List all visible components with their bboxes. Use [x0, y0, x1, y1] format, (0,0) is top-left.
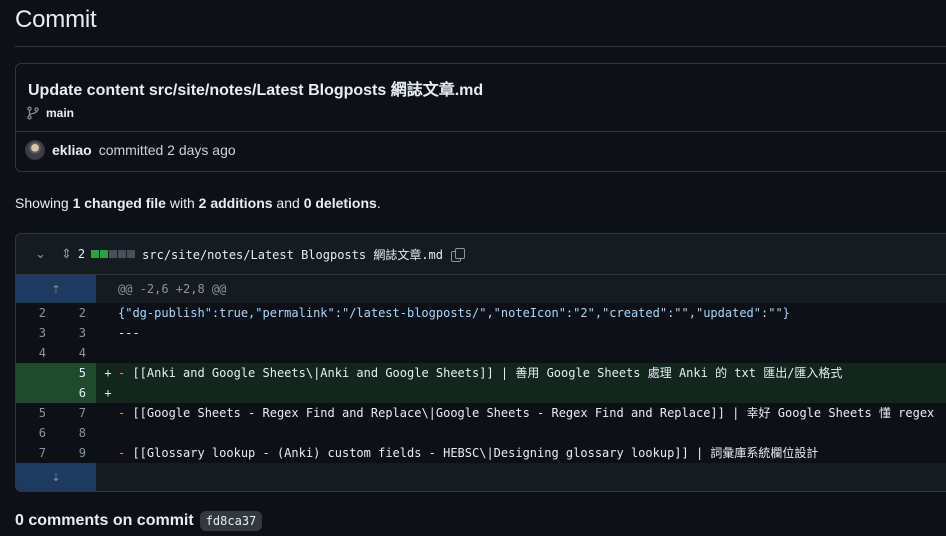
- diff-line-context: 3 3 ---: [16, 323, 946, 343]
- old-line-number[interactable]: 6: [16, 423, 46, 443]
- comments-header: 0 comments on commit fd8ca37: [15, 511, 263, 531]
- diff-sign: [96, 423, 114, 443]
- file-diff: ⌄ ⇕ 2 src/site/notes/Latest Blogposts 網誌…: [15, 233, 946, 492]
- diff-sign: +: [104, 386, 112, 400]
- code-text: ---: [118, 326, 140, 340]
- code-line: {"dg-publish":true,"permalink":"/latest-…: [114, 303, 790, 323]
- divider: [16, 131, 946, 132]
- new-line-number[interactable]: 8: [46, 423, 86, 443]
- list-marker: -: [118, 406, 133, 420]
- old-line-number[interactable]: 4: [16, 343, 46, 363]
- diffstat-square: [127, 250, 136, 258]
- diff-sign: [96, 343, 114, 363]
- code-text: [[Glossary lookup - (Anki) custom fields…: [132, 446, 819, 460]
- diff-summary: Showing 1 changed file with 2 additions …: [15, 195, 381, 211]
- author-link[interactable]: ekliao: [52, 142, 92, 158]
- line-number-gutter: 5: [16, 363, 96, 383]
- diff-line-context: 79 - [[Glossary lookup - (Anki) custom fi…: [16, 443, 946, 463]
- comments-title: 0 comments on commit: [15, 512, 194, 529]
- line-number-gutter: 6: [16, 383, 96, 403]
- new-line-number[interactable]: 6: [46, 383, 86, 403]
- author-row: ekliao committed 2 days ago: [25, 140, 236, 160]
- old-line-number[interactable]: 5: [16, 403, 46, 423]
- file-header: ⌄ ⇕ 2 src/site/notes/Latest Blogposts 網誌…: [16, 234, 946, 275]
- old-line-number[interactable]: 3: [16, 323, 46, 343]
- diff-sign: [96, 303, 114, 323]
- old-line-number[interactable]: 2: [16, 303, 46, 323]
- hunk-header: ⇡ @@ -2,6 +2,8 @@: [16, 275, 946, 303]
- hunk-range: @@ -2,6 +2,8 @@: [96, 275, 946, 303]
- divider: [15, 46, 946, 47]
- commit-sha[interactable]: fd8ca37: [199, 511, 263, 531]
- hunk-footer: ⇣: [16, 463, 946, 491]
- diffstat-square: [100, 250, 109, 258]
- page-title: Commit: [15, 6, 97, 33]
- old-line-number[interactable]: [16, 363, 46, 383]
- list-marker: -: [118, 366, 133, 380]
- diff-sign: [96, 323, 114, 343]
- diff-line-context: 44: [16, 343, 946, 363]
- git-branch-icon: [27, 106, 39, 120]
- expand-up-icon[interactable]: ⇡: [16, 275, 96, 303]
- diff-line-added: 5 + - [[Anki and Google Sheets\|Anki and G…: [16, 363, 946, 383]
- old-line-number[interactable]: [16, 383, 46, 403]
- diff-line-context: 57 - [[Google Sheets - Regex Find and Rep…: [16, 403, 946, 423]
- chevron-down-icon[interactable]: ⌄: [35, 246, 49, 262]
- new-line-number[interactable]: 2: [46, 303, 86, 323]
- diff-lines: 2 2 {"dg-publish":true,"permalink":"/lates…: [16, 303, 946, 463]
- code-text: [[Anki and Google Sheets\|Anki and Googl…: [132, 366, 843, 380]
- copy-icon[interactable]: [451, 247, 466, 262]
- commit-box: Update content src/site/notes/Latest Blo…: [15, 63, 946, 172]
- code-text: [[Google Sheets - Regex Find and Replace…: [132, 406, 935, 420]
- commit-time: committed 2 days ago: [98, 142, 236, 158]
- code-line: ---: [114, 323, 140, 343]
- new-line-number[interactable]: 9: [46, 443, 86, 463]
- code-line: - [[Glossary lookup - (Anki) custom fiel…: [114, 443, 818, 463]
- list-marker: -: [118, 446, 133, 460]
- diffstat-square: [118, 250, 127, 258]
- expand-down-icon[interactable]: ⇣: [16, 463, 96, 491]
- diffstat-square: [109, 250, 118, 258]
- new-line-number[interactable]: 3: [46, 323, 86, 343]
- diff-line-context: 2 2 {"dg-publish":true,"permalink":"/lates…: [16, 303, 946, 323]
- branch-name[interactable]: main: [46, 106, 74, 120]
- diff-sign: [96, 403, 114, 423]
- line-number-gutter: 33: [16, 323, 96, 343]
- commit-message: Update content src/site/notes/Latest Blo…: [28, 82, 484, 99]
- code-text: {"dg-publish":true,"permalink":"/latest-…: [118, 306, 790, 320]
- avatar[interactable]: [25, 140, 45, 160]
- line-number-gutter: 44: [16, 343, 96, 363]
- code-line: - [[Anki and Google Sheets\|Anki and Goo…: [114, 363, 842, 383]
- new-line-number[interactable]: 7: [46, 403, 86, 423]
- diffstat-square: [91, 250, 100, 258]
- diff-sign: +: [104, 366, 112, 380]
- line-number-gutter: 57: [16, 403, 96, 423]
- diff-line-context: 68: [16, 423, 946, 443]
- new-line-number[interactable]: 4: [46, 343, 86, 363]
- line-number-gutter: 22: [16, 303, 96, 323]
- files-changed[interactable]: 1 changed file: [73, 195, 166, 211]
- diffstat: [91, 250, 136, 258]
- diff-sign: [96, 443, 114, 463]
- file-path[interactable]: src/site/notes/Latest Blogposts 網誌文章.md: [142, 246, 443, 263]
- additions-count: 2 additions: [198, 195, 273, 211]
- deletions-count: 0 deletions: [303, 195, 377, 211]
- new-line-number[interactable]: 5: [46, 363, 86, 383]
- diff-line-added: 6 +: [16, 383, 946, 403]
- line-number-gutter: 79: [16, 443, 96, 463]
- changes-count: 2: [77, 247, 86, 261]
- unfold-icon[interactable]: ⇕: [61, 246, 72, 262]
- line-number-gutter: 68: [16, 423, 96, 443]
- code-line: - [[Google Sheets - Regex Find and Repla…: [114, 403, 934, 423]
- hunk-footer-bar: [96, 463, 946, 491]
- branch-indicator[interactable]: main: [26, 106, 74, 120]
- old-line-number[interactable]: 7: [16, 443, 46, 463]
